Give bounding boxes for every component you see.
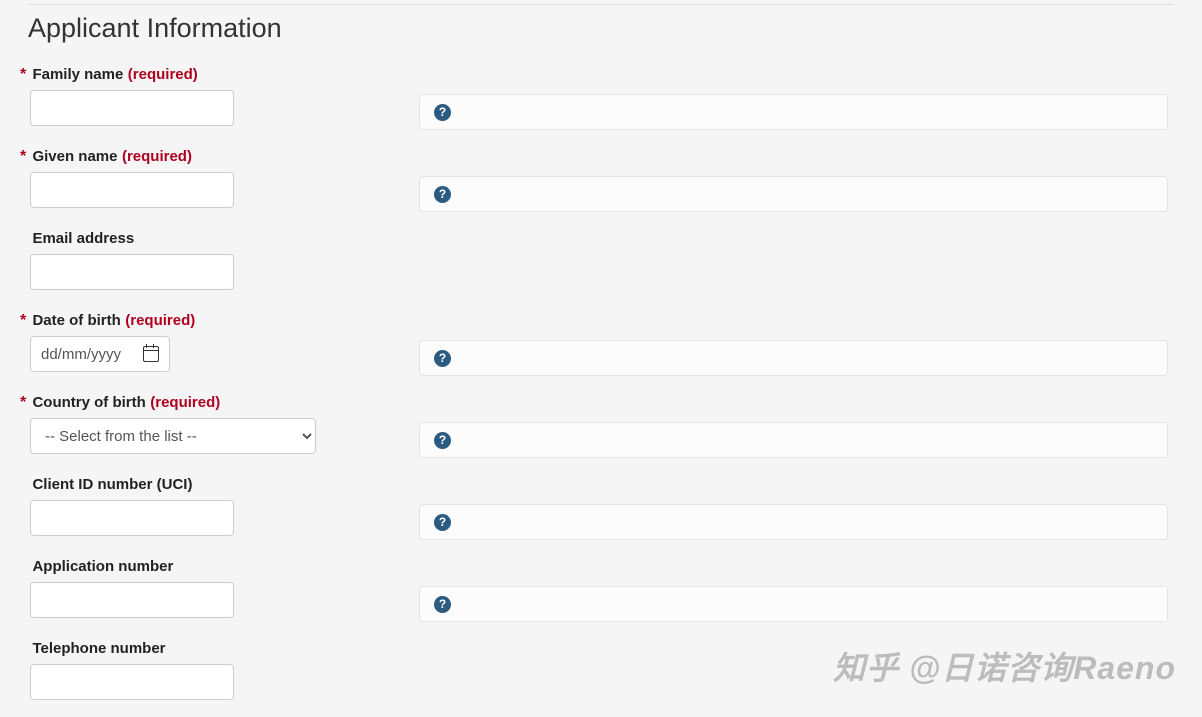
field-country: * Country of birth (required) -- Select … (20, 394, 1182, 464)
help-icon[interactable]: ? (434, 104, 451, 121)
field-uci: Client ID number (UCI) ? (20, 476, 1182, 546)
family-name-input[interactable] (30, 90, 234, 126)
section-title: Applicant Information (28, 13, 1174, 44)
field-telephone: Telephone number (20, 640, 1182, 710)
calendar-icon[interactable] (143, 346, 159, 362)
field-email: Email address (20, 230, 1182, 300)
required-star-empty (20, 476, 28, 494)
dob-help-box: ? (419, 340, 1168, 376)
given-name-help-box: ? (419, 176, 1168, 212)
family-name-label: Family name (32, 66, 123, 83)
dob-placeholder: dd/mm/yyyy (41, 346, 121, 363)
uci-input[interactable] (30, 500, 234, 536)
family-name-help-box: ? (419, 94, 1168, 130)
email-input[interactable] (30, 254, 234, 290)
required-star: * (20, 394, 28, 412)
field-given-name: * Given name (required) ? (20, 148, 1182, 218)
required-star-empty (20, 230, 28, 248)
uci-help-box: ? (419, 504, 1168, 540)
field-family-name: * Family name (required) ? (20, 66, 1182, 136)
field-dob: * Date of birth (required) dd/mm/yyyy ? (20, 312, 1182, 382)
telephone-label: Telephone number (32, 640, 165, 657)
dob-label: Date of birth (32, 312, 120, 329)
help-icon[interactable]: ? (434, 350, 451, 367)
required-star: * (20, 66, 28, 84)
required-star-empty (20, 640, 28, 658)
required-star: * (20, 148, 28, 166)
help-icon[interactable]: ? (434, 432, 451, 449)
required-text: (required) (125, 312, 195, 329)
country-help-box: ? (419, 422, 1168, 458)
help-icon[interactable]: ? (434, 514, 451, 531)
email-label: Email address (32, 230, 134, 247)
country-select[interactable]: -- Select from the list -- (30, 418, 316, 454)
applicant-information-form: Applicant Information * Family name (req… (0, 4, 1202, 710)
required-star-empty (20, 558, 28, 576)
given-name-label: Given name (32, 148, 117, 165)
app-number-help-box: ? (419, 586, 1168, 622)
uci-label: Client ID number (UCI) (32, 476, 192, 493)
required-text: (required) (150, 394, 220, 411)
required-star: * (20, 312, 28, 330)
required-text: (required) (122, 148, 192, 165)
field-application-number: Application number ? (20, 558, 1182, 628)
help-icon[interactable]: ? (434, 596, 451, 613)
app-number-label: Application number (32, 558, 173, 575)
telephone-input[interactable] (30, 664, 234, 700)
app-number-input[interactable] (30, 582, 234, 618)
required-text: (required) (128, 66, 198, 83)
help-icon[interactable]: ? (434, 186, 451, 203)
country-label: Country of birth (32, 394, 145, 411)
dob-input[interactable]: dd/mm/yyyy (30, 336, 170, 372)
divider (28, 4, 1174, 5)
given-name-input[interactable] (30, 172, 234, 208)
label-block: * Family name (required) (20, 66, 1182, 84)
